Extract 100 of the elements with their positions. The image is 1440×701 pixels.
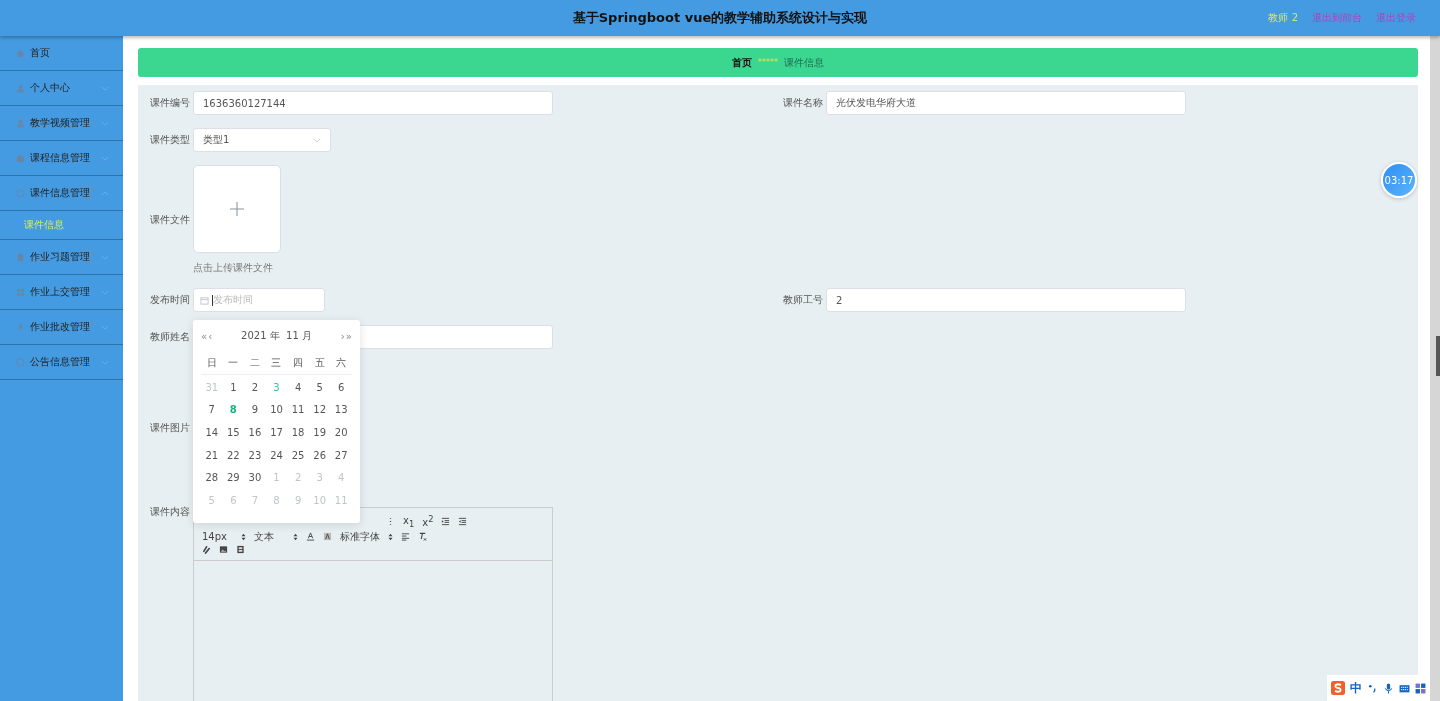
scrollbar[interactable]: [1430, 36, 1440, 701]
calendar-icon: [200, 295, 209, 305]
calendar-day[interactable]: 15: [222, 427, 245, 438]
circle-icon: [16, 188, 25, 198]
input-mode[interactable]: 中: [1350, 679, 1362, 697]
chevron-up-icon: [101, 190, 109, 196]
calendar-nav-button[interactable]: ›: [340, 330, 345, 342]
chevron-down-icon: [101, 289, 109, 295]
calendar-day[interactable]: 13: [330, 404, 352, 416]
calendar-day[interactable]: 25: [287, 449, 309, 461]
calendar-day[interactable]: 2: [244, 381, 266, 393]
chevron-down-icon: [101, 85, 109, 91]
calendar-day[interactable]: 18: [287, 427, 309, 438]
calendar-day[interactable]: 1: [222, 381, 245, 393]
calendar-day[interactable]: 12: [308, 404, 331, 416]
field-label: 教师工号: [783, 293, 824, 307]
upload-hint: 点击上传课件文件: [193, 261, 274, 275]
field-label: 课件图片: [150, 421, 191, 435]
outdent-icon[interactable]: [458, 517, 468, 526]
calendar-day[interactable]: 23: [244, 449, 266, 461]
user-name: 教师 2: [1268, 11, 1298, 25]
clear-format-icon[interactable]: [418, 532, 427, 541]
calendar-day[interactable]: 30: [244, 472, 266, 484]
indent-icon[interactable]: [441, 517, 451, 526]
calendar-day[interactable]: 21: [201, 449, 223, 461]
calendar-nav-button[interactable]: ‹: [208, 330, 213, 342]
chevron-down-icon: [101, 120, 109, 126]
image-icon[interactable]: [219, 545, 228, 554]
grid-icon: [16, 287, 25, 297]
text-field[interactable]: 2: [826, 288, 1186, 312]
toolbar-button[interactable]: x$_{1}$: [403, 514, 415, 529]
weekday-label: 一: [227, 356, 240, 370]
link-icon[interactable]: [202, 545, 211, 554]
field-label: 课件编号: [150, 96, 191, 110]
highlight-icon[interactable]: [323, 532, 332, 541]
calendar-day[interactable]: 24: [265, 449, 288, 461]
calendar-day[interactable]: 6: [330, 381, 352, 393]
rich-text-editor[interactable]: x$_{1}$ x$^{2}$ 14px 文本 标准字体: [193, 507, 553, 701]
month-title: 2021 年 11 月: [241, 329, 312, 343]
field-label: 课件名称: [783, 96, 824, 110]
weekday-label: 六: [335, 356, 348, 370]
calendar-day[interactable]: 9: [244, 404, 266, 416]
field-label: 课件类型: [150, 133, 191, 147]
chevron-down-icon: [313, 137, 321, 143]
plus-icon: [230, 202, 244, 216]
weekday-label: 二: [248, 356, 261, 370]
field-label: 发布时间: [150, 293, 191, 307]
breadcrumb-link[interactable]: 首页: [732, 55, 752, 70]
toolbar-dropdown[interactable]: 标准字体: [340, 529, 393, 544]
field-label: 教师姓名: [150, 330, 191, 344]
calendar-day[interactable]: 16: [244, 427, 266, 438]
toolbar-dropdown[interactable]: 14px: [202, 531, 246, 542]
chevron-down-icon: [101, 155, 109, 161]
align-icon[interactable]: [401, 532, 410, 541]
chevron-down-icon: [101, 359, 109, 365]
weekday-label: 五: [313, 356, 326, 370]
calendar-day[interactable]: 10: [265, 404, 288, 416]
calendar-day[interactable]: 17: [265, 427, 288, 438]
weekday-label: 日: [205, 356, 218, 370]
sort-icon: [241, 532, 246, 541]
sort-icon: [293, 532, 298, 541]
field-label: 课件内容: [150, 505, 191, 519]
document-icon: [16, 252, 25, 262]
chevron-down-icon: [101, 254, 109, 260]
calendar-day[interactable]: 7: [201, 404, 223, 416]
weekday-label: 三: [270, 356, 283, 370]
toolbar-button[interactable]: x$^{2}$: [422, 514, 434, 529]
calendar-day[interactable]: 29: [222, 472, 245, 484]
calendar-day[interactable]: 5: [308, 381, 331, 393]
microphone-icon: [16, 322, 25, 332]
chevron-down-icon: [101, 324, 109, 330]
breadcrumb-separator: *****: [758, 58, 778, 67]
grid-icon[interactable]: [1415, 682, 1426, 694]
microphone-icon[interactable]: [1383, 682, 1394, 694]
calendar-day[interactable]: 14: [201, 427, 223, 438]
calendar-day[interactable]: 22: [222, 449, 245, 461]
person-icon: [16, 118, 25, 128]
calendar-day[interactable]: 27: [330, 449, 352, 461]
calendar-day[interactable]: 4: [287, 381, 309, 393]
home-icon: [16, 48, 25, 58]
keyboard-icon[interactable]: [1399, 682, 1410, 694]
weekday-label: 四: [292, 356, 305, 370]
film-icon[interactable]: [236, 545, 245, 554]
app-title: 基于Springboot vue的教学辅助系统设计与实现: [572, 9, 868, 27]
calendar-day[interactable]: 11: [287, 404, 309, 416]
punctuation-icon[interactable]: [1367, 682, 1378, 694]
calendar-day[interactable]: 28: [201, 472, 223, 484]
calendar-nav-button[interactable]: «: [201, 330, 208, 342]
text-field[interactable]: 1636360127144: [193, 91, 553, 115]
calendar-day[interactable]: 20: [330, 427, 352, 438]
toolbar-dropdown[interactable]: 文本: [254, 529, 298, 544]
font-color-icon[interactable]: [306, 532, 315, 541]
calendar-day[interactable]: 19: [308, 427, 331, 438]
select-field[interactable]: 类型1: [193, 128, 331, 152]
calendar-nav-button[interactable]: »: [345, 330, 352, 342]
text-field[interactable]: 光伏发电华府大道: [826, 91, 1186, 115]
calendar-day[interactable]: 26: [308, 449, 331, 461]
folder-icon: [16, 153, 25, 163]
ime-logo-icon[interactable]: [1331, 681, 1345, 695]
sort-icon: [388, 532, 393, 541]
